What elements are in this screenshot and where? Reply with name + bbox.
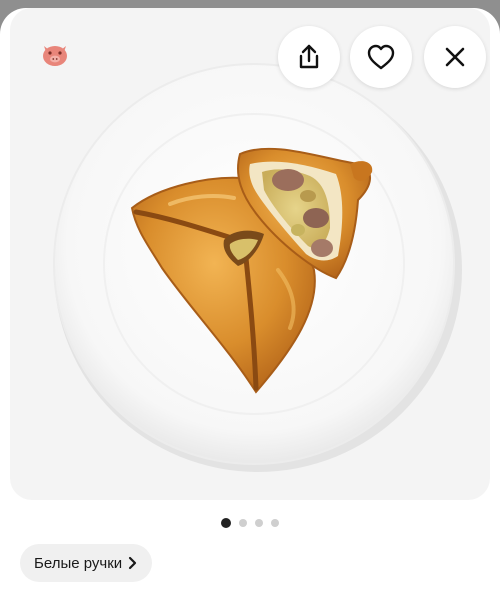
share-icon	[299, 44, 319, 69]
pig-icon	[40, 42, 70, 68]
close-icon	[445, 47, 465, 67]
pie-on-plate-image	[53, 63, 462, 472]
product-sheet: Белые ручки	[0, 8, 500, 591]
gallery-dot[interactable]	[255, 519, 263, 527]
gallery-pagination	[0, 517, 500, 529]
store-chip-label: Белые ручки	[34, 554, 123, 572]
store-chip[interactable]: Белые ручки	[20, 544, 153, 582]
gallery-dot[interactable]	[271, 519, 279, 527]
chevron-right-icon	[129, 556, 137, 570]
favorite-button[interactable]	[350, 26, 412, 88]
gallery-dot[interactable]	[239, 519, 247, 527]
product-photo[interactable]	[10, 8, 490, 500]
gallery-dot[interactable]	[221, 518, 231, 528]
share-button[interactable]	[278, 26, 340, 88]
close-button[interactable]	[424, 26, 486, 88]
heart-icon	[367, 44, 395, 70]
